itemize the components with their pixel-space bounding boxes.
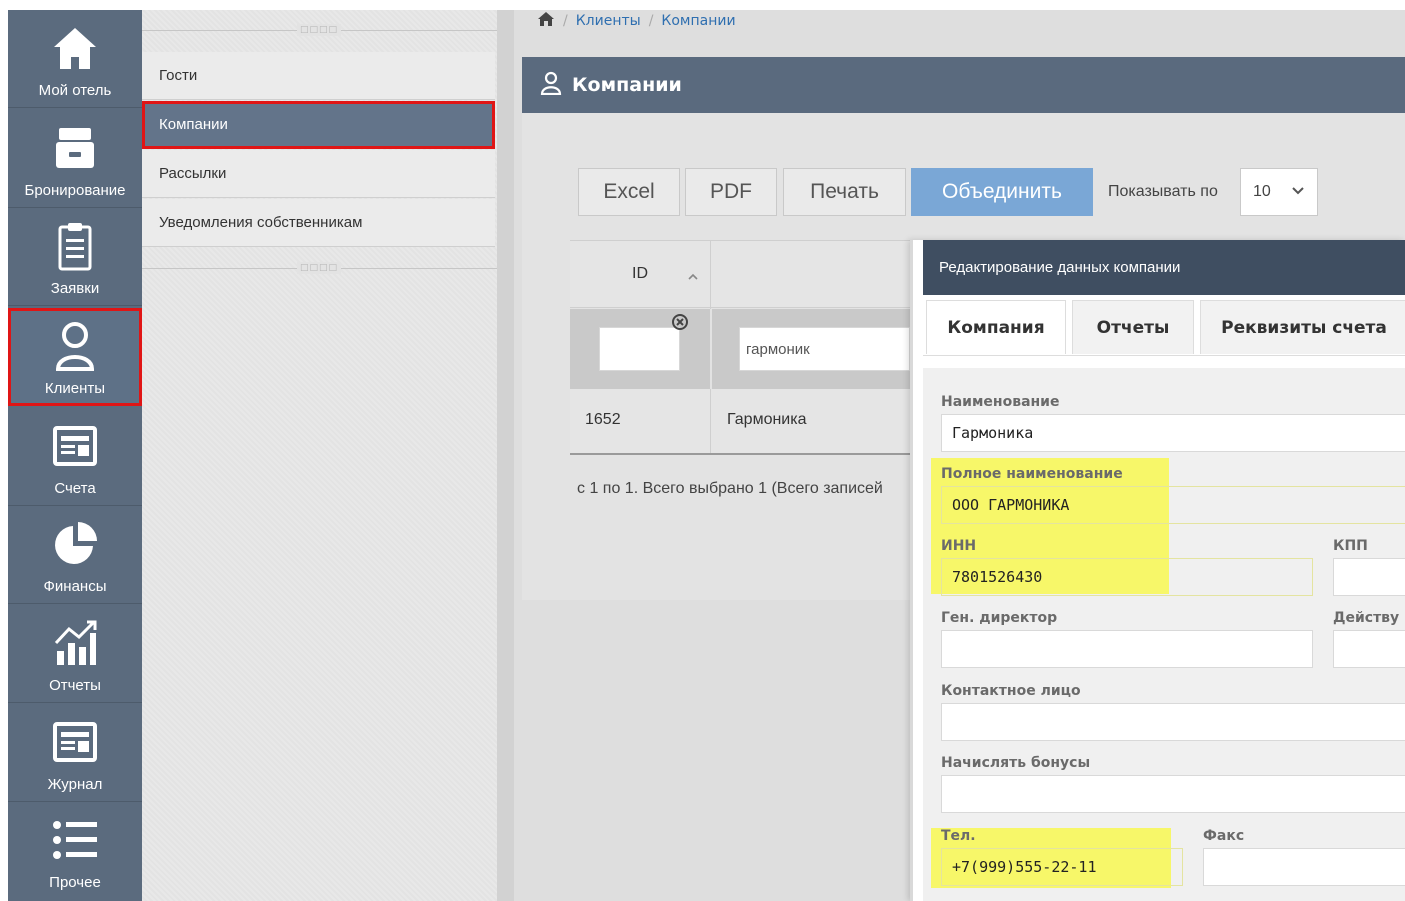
clipboard-icon <box>57 220 93 272</box>
modal-tabs: Компания Отчеты Реквизиты счета <box>923 298 1405 356</box>
company-form: Наименование Гармоника Полное наименован… <box>923 368 1405 901</box>
tab-bank-details[interactable]: Реквизиты счета <box>1200 300 1405 354</box>
kpp-label: КПП <box>1333 538 1368 554</box>
home-icon[interactable] <box>537 11 555 31</box>
submenu-grip: □□□□ <box>297 262 341 274</box>
nav-label-finance: Финансы <box>43 578 107 595</box>
filter-name-value: гармоник <box>746 340 810 358</box>
chevron-down-icon <box>1291 183 1305 201</box>
bonus-field[interactable] <box>941 775 1405 813</box>
nav-label-other: Прочее <box>49 874 101 891</box>
nav-label-journal: Журнал <box>47 776 103 793</box>
acting-basis-label: Действу <box>1333 610 1400 626</box>
inn-value: 7801526430 <box>952 568 1043 586</box>
page-header: Компании <box>522 57 1405 113</box>
print-button[interactable]: Печать <box>783 168 906 216</box>
nav-label-clients: Клиенты <box>44 380 106 397</box>
page-title: Компании <box>572 74 682 96</box>
table-filter-row: гармоник <box>570 309 910 389</box>
contact-person-label: Контактное лицо <box>941 683 1081 699</box>
invoice-icon <box>53 420 97 472</box>
director-field[interactable] <box>941 630 1313 668</box>
nav-item-invoices[interactable]: Счета <box>8 408 142 506</box>
name-field[interactable]: Гармоника <box>941 414 1405 452</box>
breadcrumb-clients[interactable]: Клиенты <box>576 13 641 29</box>
nav-item-requests[interactable]: Заявки <box>8 208 142 306</box>
inn-label: ИНН <box>941 538 977 554</box>
submenu-item-companies[interactable]: Компании <box>142 101 495 149</box>
table-header: ID <box>570 240 910 309</box>
clear-filter-icon[interactable] <box>671 313 689 335</box>
filter-id-input[interactable] <box>599 327 680 371</box>
main-sidebar: Мой отель Бронирование Заявки Клиенты Сч… <box>8 10 142 901</box>
fax-label: Факс <box>1203 828 1245 844</box>
table-summary: с 1 по 1. Всего выбрано 1 (Всего записей <box>577 480 883 497</box>
user-icon <box>540 71 562 99</box>
nav-item-clients[interactable]: Клиенты <box>8 308 142 406</box>
kpp-field[interactable] <box>1333 558 1405 596</box>
submenu-item-owner-notifications[interactable]: Уведомления собственникам <box>142 199 495 247</box>
home-icon <box>51 22 99 74</box>
acting-basis-field[interactable] <box>1333 630 1405 668</box>
column-divider <box>710 389 711 453</box>
clients-submenu: □□□□ Гости Компании Рассылки Уведомления… <box>142 10 497 901</box>
nav-item-finance[interactable]: Финансы <box>8 506 142 604</box>
nav-item-reports[interactable]: Отчеты <box>8 605 142 703</box>
list-icon <box>51 814 99 866</box>
row-id: 1652 <box>585 411 621 428</box>
page-size-label: Показывать по <box>1108 183 1218 200</box>
journal-icon <box>53 716 97 768</box>
export-pdf-button[interactable]: PDF <box>685 168 777 216</box>
submenu-item-mailings[interactable]: Рассылки <box>142 150 495 198</box>
inn-field[interactable]: 7801526430 <box>941 558 1313 596</box>
name-label: Наименование <box>941 394 1060 410</box>
full-name-label: Полное наименование <box>941 466 1123 482</box>
nav-item-home[interactable]: Мой отель <box>8 10 142 108</box>
edit-company-modal: Редактирование данных компании Компания … <box>910 240 1405 901</box>
breadcrumb-separator: / <box>563 13 568 29</box>
tab-company[interactable]: Компания <box>926 300 1066 354</box>
bonus-label: Начислять бонусы <box>941 755 1091 771</box>
breadcrumb-separator: / <box>648 13 654 29</box>
row-name[interactable]: Гармоника <box>727 411 806 429</box>
name-value: Гармоника <box>952 424 1034 442</box>
filter-name-input[interactable]: гармоник <box>739 327 910 371</box>
phone-label: Тел. <box>941 828 976 844</box>
submenu-grip: □□□□ <box>297 24 341 36</box>
nav-item-journal[interactable]: Журнал <box>8 704 142 802</box>
pie-chart-icon <box>51 518 99 570</box>
nav-label-invoices: Счета <box>54 480 96 497</box>
tab-reports[interactable]: Отчеты <box>1072 300 1194 354</box>
nav-label-home: Мой отель <box>38 82 112 99</box>
user-icon <box>54 320 96 372</box>
column-header-id[interactable]: ID <box>632 265 648 283</box>
column-divider <box>710 241 711 309</box>
full-name-field[interactable]: ООО ГАРМОНИКА <box>941 486 1405 524</box>
sort-arrow-icon[interactable] <box>687 267 699 286</box>
merge-button[interactable]: Объединить <box>911 168 1093 216</box>
nav-item-other[interactable]: Прочее <box>8 802 142 900</box>
full-name-value: ООО ГАРМОНИКА <box>952 496 1070 514</box>
table-row[interactable]: 1652 Гармоника <box>570 389 910 455</box>
bar-chart-icon <box>53 617 97 669</box>
breadcrumb-companies[interactable]: Компании <box>661 13 735 29</box>
director-label: Ген. директор <box>941 610 1058 626</box>
nav-label-booking: Бронирование <box>24 182 126 199</box>
phone-field[interactable]: +7(999)555-22-11 <box>941 848 1183 886</box>
contact-person-field[interactable] <box>941 703 1405 741</box>
modal-title: Редактирование данных компании <box>923 240 1405 295</box>
nav-label-requests: Заявки <box>50 280 100 297</box>
phone-value: +7(999)555-22-11 <box>952 858 1097 876</box>
page-size-value: 10 <box>1253 183 1271 200</box>
breadcrumb: / Клиенты / Компании <box>537 10 736 32</box>
nav-label-reports: Отчеты <box>49 677 101 694</box>
page-size-select[interactable]: 10 <box>1240 168 1318 216</box>
fax-field[interactable] <box>1203 848 1405 886</box>
export-excel-button[interactable]: Excel <box>578 168 680 216</box>
inbox-icon <box>54 122 96 174</box>
submenu-item-guests[interactable]: Гости <box>142 52 495 100</box>
nav-item-booking[interactable]: Бронирование <box>8 110 142 208</box>
column-divider <box>710 309 712 389</box>
main-gutter <box>497 10 514 901</box>
